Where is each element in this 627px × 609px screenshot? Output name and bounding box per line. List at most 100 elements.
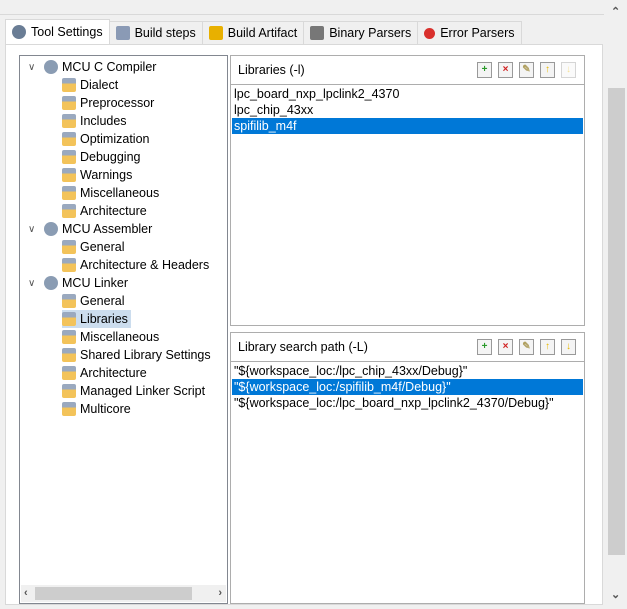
- edit-icon[interactable]: ✎: [519, 339, 534, 355]
- chevron-down-icon[interactable]: ∨: [28, 224, 38, 235]
- list-item[interactable]: lpc_chip_43xx: [232, 102, 583, 118]
- folder-settings-icon: [62, 294, 76, 308]
- move-up-icon[interactable]: ↑: [540, 62, 555, 78]
- list-item[interactable]: lpc_board_nxp_lpclink2_4370: [232, 86, 583, 102]
- chevron-down-icon[interactable]: ∨: [28, 62, 38, 73]
- tree-item[interactable]: Optimization: [62, 130, 149, 148]
- group-header: Libraries (-l) + × ✎ ↑ ↓: [231, 56, 584, 85]
- tree-item[interactable]: Includes: [62, 112, 127, 130]
- library-search-path-group: Library search path (-L) + × ✎ ↑ ↓ "${workspac…: [230, 332, 585, 604]
- tree-item-label: Managed Linker Script: [80, 384, 206, 398]
- tree-item-label: General: [80, 240, 125, 254]
- move-down-icon[interactable]: ↓: [561, 62, 576, 78]
- tree-item-label: Optimization: [80, 132, 150, 146]
- scroll-down-icon[interactable]: ⌄: [611, 588, 620, 601]
- list-item[interactable]: "${workspace_loc:/spifilib_m4f/Debug}": [232, 379, 583, 395]
- tree-item[interactable]: General: [62, 238, 124, 256]
- tab-build-artifact[interactable]: Build Artifact: [201, 21, 305, 44]
- tab-error-parsers[interactable]: Error Parsers: [417, 21, 522, 44]
- error-icon: [424, 27, 436, 39]
- libraries-group: Libraries (-l) + × ✎ ↑ ↓ lpc_board_nxp_lpclink…: [230, 55, 585, 326]
- tab-bar: Tool Settings Build steps Build Artifact Bi…: [5, 19, 522, 44]
- folder-settings-icon: [62, 114, 76, 128]
- folder-settings-icon: [62, 258, 76, 272]
- chevron-down-icon[interactable]: ∨: [28, 278, 38, 289]
- trophy-icon: [208, 26, 223, 40]
- tree-item[interactable]: General: [62, 292, 124, 310]
- tree-item[interactable]: Miscellaneous: [62, 184, 159, 202]
- scroll-left-icon[interactable]: ‹: [24, 585, 28, 602]
- tree-item[interactable]: Architecture: [62, 364, 147, 382]
- tree-item[interactable]: Miscellaneous: [62, 328, 159, 346]
- list-toolbar: + × ✎ ↑ ↓: [477, 339, 576, 355]
- gear-icon: [44, 60, 58, 74]
- scroll-up-icon[interactable]: ⌃: [611, 5, 620, 18]
- tree-item-label: MCU Assembler: [62, 222, 153, 236]
- group-header: Library search path (-L) + × ✎ ↑ ↓: [231, 333, 584, 362]
- tab-label: Error Parsers: [440, 26, 515, 40]
- add-icon[interactable]: +: [477, 62, 492, 78]
- gear-icon: [44, 276, 58, 290]
- tree-item[interactable]: Architecture & Headers: [62, 256, 209, 274]
- tree-item-label: Dialect: [80, 78, 119, 92]
- search-path-list[interactable]: "${workspace_loc:/lpc_chip_43xx/Debug}" "…: [231, 362, 584, 412]
- tree-item[interactable]: ∨ MCU Assembler: [28, 220, 153, 238]
- folder-settings-icon: [62, 150, 76, 164]
- tree-item-label: Miscellaneous: [80, 186, 160, 200]
- edit-icon[interactable]: ✎: [519, 62, 534, 78]
- separator: [0, 14, 604, 15]
- tree-item[interactable]: ∨ MCU C Compiler: [28, 58, 157, 76]
- vertical-scrollbar[interactable]: ⌃ ⌄: [606, 0, 627, 609]
- list-toolbar: + × ✎ ↑ ↓: [477, 62, 576, 78]
- scroll-right-icon[interactable]: ›: [218, 585, 222, 602]
- tree-item[interactable]: Warnings: [62, 166, 132, 184]
- folder-settings-icon: [62, 204, 76, 218]
- tree-item[interactable]: Multicore: [62, 400, 131, 418]
- tree-item[interactable]: Debugging: [62, 148, 140, 166]
- folder-settings-icon: [62, 330, 76, 344]
- tree-item-label: Architecture & Headers: [80, 258, 210, 272]
- move-up-icon[interactable]: ↑: [540, 339, 555, 355]
- folder-settings-icon: [62, 96, 76, 110]
- tree-item-label: Includes: [80, 114, 127, 128]
- list-item[interactable]: "${workspace_loc:/lpc_board_nxp_lpclink2…: [232, 395, 583, 411]
- delete-icon[interactable]: ×: [498, 339, 513, 355]
- tree-item-label: Debugging: [80, 150, 141, 164]
- tree-item[interactable]: Managed Linker Script: [62, 382, 205, 400]
- tree-item-label: Architecture: [80, 204, 147, 218]
- folder-settings-icon: [62, 348, 76, 362]
- tree-item[interactable]: ∨ MCU Linker: [28, 274, 128, 292]
- tab-build-steps[interactable]: Build steps: [108, 21, 203, 44]
- tab-label: Build Artifact: [227, 26, 298, 40]
- tree-item-label: MCU C Compiler: [62, 60, 157, 74]
- tree-item-label: MCU Linker: [62, 276, 128, 290]
- libraries-list[interactable]: lpc_board_nxp_lpclink2_4370 lpc_chip_43xx…: [231, 85, 584, 135]
- folder-settings-icon: [62, 186, 76, 200]
- scrollbar-thumb[interactable]: [608, 88, 625, 555]
- folder-settings-icon: [62, 312, 76, 326]
- tree-item[interactable]: Shared Library Settings: [62, 346, 211, 364]
- tree-item-label: Multicore: [80, 402, 131, 416]
- tree-item-label: Warnings: [80, 168, 133, 182]
- group-title: Library search path (-L): [238, 340, 368, 354]
- hammer-icon: [115, 26, 130, 40]
- horizontal-scrollbar[interactable]: ‹ ›: [21, 585, 226, 602]
- folder-settings-icon: [62, 78, 76, 92]
- move-down-icon[interactable]: ↓: [561, 339, 576, 355]
- settings-tree[interactable]: ‹ › ∨ MCU C Compiler Dialect Preprocessor In…: [19, 55, 228, 604]
- tab-binary-parsers[interactable]: Binary Parsers: [303, 21, 419, 44]
- scrollbar-thumb[interactable]: [35, 587, 192, 600]
- add-icon[interactable]: +: [477, 339, 492, 355]
- tree-item[interactable]: Preprocessor: [62, 94, 154, 112]
- tree-item-label: General: [80, 294, 125, 308]
- tab-tool-settings[interactable]: Tool Settings: [5, 19, 110, 44]
- folder-settings-icon: [62, 132, 76, 146]
- tree-item-label: Libraries: [80, 312, 128, 326]
- folder-settings-icon: [62, 366, 76, 380]
- list-item[interactable]: spifilib_m4f: [232, 118, 583, 134]
- tree-item[interactable]: Libraries: [62, 310, 131, 328]
- delete-icon[interactable]: ×: [498, 62, 513, 78]
- tree-item[interactable]: Dialect: [62, 76, 118, 94]
- tree-item[interactable]: Architecture: [62, 202, 147, 220]
- list-item[interactable]: "${workspace_loc:/lpc_chip_43xx/Debug}": [232, 363, 583, 379]
